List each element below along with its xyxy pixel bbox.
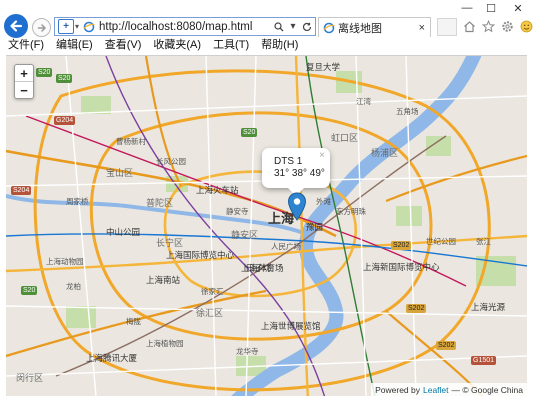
poi-label: 东方明珠 — [336, 207, 366, 216]
poi-label: 龙柏 — [66, 282, 81, 291]
leaflet-link[interactable]: Leaflet — [423, 385, 449, 395]
district-label: 闵行区 — [16, 373, 44, 383]
district-label: 徐汇区 — [196, 308, 224, 318]
popup-title: DTS 1 — [274, 156, 303, 167]
tab-title: 离线地图 — [338, 22, 382, 35]
tab-offline-map[interactable]: 离线地图 × — [318, 17, 431, 37]
menu-tools[interactable]: 工具(T) — [213, 39, 249, 53]
url-text[interactable]: http://localhost:8080/map.html — [99, 21, 273, 33]
menu-help[interactable]: 帮助(H) — [261, 39, 298, 53]
poi-label: 周家桥 — [66, 197, 89, 206]
road-shield: S202 — [406, 304, 427, 313]
poi-label: 江湾 — [356, 97, 371, 106]
zoom-out-button[interactable]: − — [15, 82, 33, 98]
ie-page-icon — [323, 22, 335, 33]
map-attribution: Powered by Leaflet — © Google China — [371, 383, 527, 396]
district-label: 宝山区 — [106, 168, 134, 178]
poi-label: 张江 — [476, 237, 491, 246]
district-label: 普陀区 — [146, 198, 174, 208]
poi-label: 长风公园 — [156, 157, 186, 166]
road-shield: S20 — [241, 128, 258, 137]
poi-label: 静安寺 — [226, 207, 249, 216]
district-label: 长宁区 — [156, 238, 184, 248]
district-label: 杨浦区 — [371, 148, 399, 158]
road-shield: S20 — [36, 68, 53, 77]
poi-label: 豫园 — [306, 222, 324, 232]
menu-view[interactable]: 查看(V) — [105, 39, 142, 53]
popup-close-icon[interactable]: × — [319, 150, 325, 161]
poi-label: 上海火车站 — [196, 185, 239, 195]
forward-button[interactable] — [32, 18, 51, 37]
district-label: 虹口区 — [331, 133, 359, 143]
poi-label: 上海世博展览馆 — [261, 321, 321, 331]
poi-label: 上海新国际博览中心 — [363, 262, 440, 272]
poi-label: 中山公园 — [106, 227, 141, 237]
poi-label: 上海光源 — [471, 302, 506, 312]
poi-label: 上海动物园 — [46, 257, 84, 266]
search-icon[interactable] — [273, 21, 285, 32]
tab-close-icon[interactable]: × — [419, 22, 425, 34]
star-icon[interactable] — [481, 19, 495, 33]
arrow-right-icon — [37, 23, 46, 32]
poi-label: 上海腾讯大厦 — [86, 353, 138, 363]
poi-label: 田子坊 — [246, 263, 272, 273]
poi-label: 复旦大学 — [306, 62, 341, 72]
marker-popup: × DTS 1 31° 38° 49° — [262, 148, 330, 196]
road-shield: S202 — [391, 241, 412, 250]
zoom-control: + − — [14, 64, 34, 99]
menu-favorites[interactable]: 收藏夹(A) — [153, 39, 201, 53]
road-shield: S20 — [21, 286, 38, 295]
poi-label: 五角场 — [396, 107, 419, 116]
compatibility-view-icon[interactable]: + — [58, 19, 74, 34]
poi-label: 梅陇 — [126, 317, 141, 326]
toolbar-icons — [462, 19, 533, 33]
district-label: 静安区 — [231, 230, 259, 240]
back-button[interactable] — [4, 14, 28, 38]
road-shield: G204 — [54, 116, 76, 125]
road-shield: S20 — [56, 74, 73, 83]
attribution-prefix: Powered by — [375, 384, 420, 395]
poi-label: 世纪公园 — [426, 237, 456, 246]
zoom-in-button[interactable]: + — [15, 65, 33, 82]
smiley-icon[interactable] — [519, 19, 533, 33]
poi-label: 上海国际博览中心 — [166, 250, 235, 260]
poi-label: 外滩 — [316, 197, 331, 206]
menu-file[interactable]: 文件(F) — [8, 39, 44, 53]
ie-page-icon — [83, 21, 95, 32]
gear-icon[interactable] — [500, 19, 514, 33]
popup-coordinates: 31° 38° 49° — [274, 168, 325, 179]
map-canvas[interactable]: 宝山区 杨浦区 虹口区 普陀区 静安区 长宁区 徐汇区 闵行区 上海 复旦大学 … — [6, 55, 527, 396]
poi-label: 人民广场 — [271, 242, 301, 251]
road-shield: S202 — [436, 341, 457, 350]
address-dropdown-icon[interactable]: ▾ — [287, 21, 299, 32]
road-shield: S204 — [11, 186, 32, 195]
arrow-left-icon — [10, 20, 23, 32]
poi-label: 上海南站 — [146, 275, 181, 285]
new-tab-button[interactable] — [437, 18, 457, 36]
home-icon[interactable] — [462, 19, 476, 33]
poi-label: 徐家汇 — [201, 287, 224, 296]
browser-toolbar: + ▾ http://localhost:8080/map.html ▾ 离线地… — [0, 12, 533, 39]
menu-edit[interactable]: 编辑(E) — [56, 39, 93, 53]
poi-label: 曹杨新村 — [116, 137, 146, 146]
chevron-down-icon[interactable]: ▾ — [75, 22, 79, 31]
menu-bar: 文件(F) 编辑(E) 查看(V) 收藏夹(A) 工具(T) 帮助(H) — [0, 39, 533, 53]
refresh-icon[interactable] — [301, 22, 313, 32]
poi-label: 上海植物园 — [146, 339, 184, 348]
map-marker-icon[interactable] — [287, 192, 307, 222]
attribution-suffix: — © Google China — [451, 384, 523, 395]
road-shield: G1501 — [471, 356, 497, 365]
poi-label: 龙华寺 — [236, 347, 259, 356]
address-bar[interactable]: + ▾ http://localhost:8080/map.html ▾ — [54, 17, 316, 36]
